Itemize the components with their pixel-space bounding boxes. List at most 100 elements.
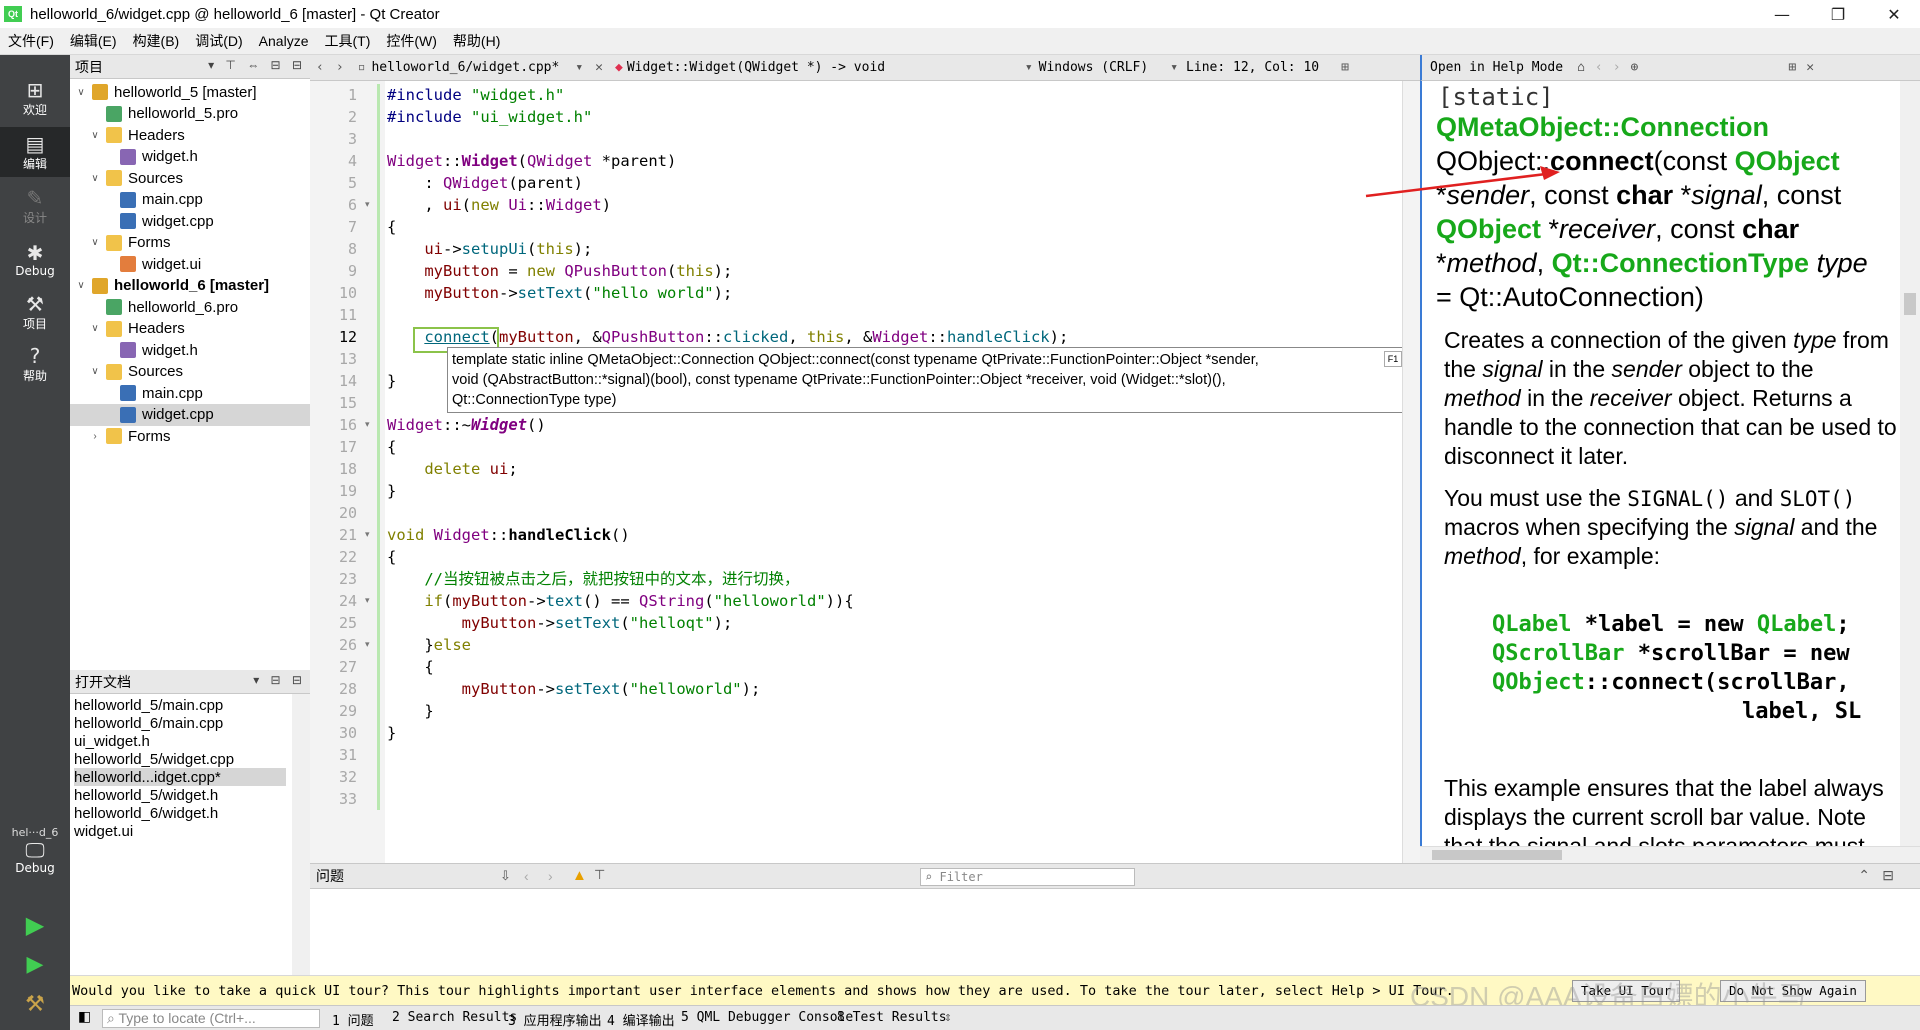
expand-arrow-icon[interactable]: ∨ [88,173,102,184]
expand-arrow-icon[interactable]: ∨ [74,87,88,98]
sig-link[interactable]: QObject [1436,214,1541,244]
open-document-item[interactable]: ui_widget.h [74,732,286,750]
open-document-item[interactable]: helloworld_5/widget.h [74,786,286,804]
close-pane-icon[interactable]: ⊟ [1882,867,1894,884]
mode-help[interactable]: ? 帮助 [0,339,70,389]
project-pane-title[interactable]: 项目 [75,57,103,77]
mode-welcome[interactable]: ⊞ 欢迎 [0,73,70,123]
tree-item[interactable]: ∨ Sources [70,361,310,383]
menu-debug[interactable]: 调试(D) [187,31,250,51]
symbol-selector[interactable]: Widget::Widget(QWidget *) -> void [627,60,1025,75]
tree-item[interactable]: ∨ helloworld_6 [master] [70,275,310,297]
toggle-sidebar-icon[interactable]: ◧ [78,1009,91,1025]
mode-projects[interactable]: ⚒ 项目 [0,287,70,337]
sig-link[interactable]: Qt::ConnectionType [1552,248,1809,278]
open-document-item[interactable]: helloworld_5/widget.cpp [74,750,286,768]
output-tab-qml-debugger[interactable]: 5 QML Debugger Console [681,1010,853,1025]
code-part[interactable]: QScrollBar [1492,641,1624,666]
tree-item[interactable]: widget.cpp [70,210,310,232]
mode-design[interactable]: ✎ 设计 [0,181,70,231]
split-icon[interactable]: ⊞ [1788,60,1796,75]
output-tab-compile-output[interactable]: 4 编译输出 [607,1010,675,1029]
tree-item[interactable]: widget.ui [70,253,310,275]
warning-icon[interactable]: ▲ [572,867,587,884]
mode-debug[interactable]: ✱ Debug [0,235,70,285]
tree-item[interactable]: main.cpp [70,382,310,404]
open-document-item[interactable]: helloworld_6/main.cpp [74,714,286,732]
code-editor[interactable]: #include "widget.h" #include "ui_widget.… [385,81,1402,863]
close-document-icon[interactable]: ✕ [595,60,603,75]
menu-widgets[interactable]: 控件(W) [378,31,445,51]
home-icon[interactable]: ⌂ [1577,60,1585,75]
menu-help[interactable]: 帮助(H) [445,31,508,51]
fold-marker-icon[interactable]: ▾ [365,414,370,436]
output-tab-issues[interactable]: 1 问题 [332,1010,374,1029]
minimize-button[interactable]: — [1754,0,1810,28]
back-icon[interactable]: ‹ [1595,60,1603,75]
fold-marker-icon[interactable]: ▾ [365,590,370,612]
fold-marker-icon[interactable]: ▾ [365,634,370,656]
run-button[interactable]: ▶ [0,905,70,945]
fold-marker-icon[interactable]: ▾ [365,524,370,546]
issue-filter-icon[interactable]: ⇩ [500,868,511,884]
issues-title[interactable]: 问题 [316,866,344,886]
menu-file[interactable]: 文件(F) [0,31,62,51]
output-tab-search-results[interactable]: 2 Search Results [392,1010,517,1025]
tooltip-help-button[interactable]: F1 [1384,351,1402,367]
tree-item[interactable]: ∨ Headers [70,318,310,340]
maximize-pane-icon[interactable]: ⌃ [1858,867,1870,884]
open-document-item[interactable]: helloworld_6/widget.h [74,804,286,822]
forward-icon[interactable]: › [1613,60,1621,75]
prev-issue-icon[interactable]: ‹ [524,868,529,884]
tree-item[interactable]: main.cpp [70,189,310,211]
open-document-item[interactable]: widget.ui [74,822,286,840]
tree-item[interactable]: › Forms [70,425,310,447]
menu-edit[interactable]: 编辑(E) [62,31,125,51]
help-scrollbar[interactable] [1900,81,1920,846]
nav-back-icon[interactable]: ‹ [316,60,324,75]
menu-analyze[interactable]: Analyze [251,33,317,49]
document-selector[interactable]: helloworld_6/widget.cpp* [371,60,559,75]
tree-item[interactable]: ∨ helloworld_5 [master] [70,81,310,103]
code-part[interactable]: QLabel [1492,612,1571,637]
tree-item[interactable]: widget.cpp [70,403,310,426]
funnel-icon[interactable]: ⊤ [594,867,605,883]
close-icon[interactable]: ✕ [1806,60,1814,75]
build-button[interactable]: ⚒ [0,985,70,1025]
sig-link[interactable]: QObject [1735,146,1840,176]
encoding-selector[interactable]: Windows (CRLF) [1039,60,1149,75]
nav-forward-icon[interactable]: › [336,60,344,75]
open-document-item[interactable]: helloworld_5/main.cpp [74,696,286,714]
tree-item[interactable]: widget.h [70,146,310,168]
tree-item[interactable]: helloworld_5.pro [70,103,310,125]
output-tab-application-output[interactable]: 3 应用程序输出 [508,1010,602,1029]
open-docs-title[interactable]: 打开文档 [75,672,131,692]
locator-input[interactable]: ⌕ Type to locate (Ctrl+... [102,1009,320,1028]
pane-toolbar-icons[interactable]: ▾ ⊤ ⇔ ⊟ ⊟ [208,58,306,72]
mode-edit[interactable]: ▤ 编辑 [0,127,70,177]
issues-filter-input[interactable]: ⌕ Filter [920,868,1135,886]
help-scrollbar-thumb[interactable] [1904,293,1916,315]
expand-arrow-icon[interactable]: ∨ [74,280,88,291]
menu-tools[interactable]: 工具(T) [316,31,378,51]
menu-build[interactable]: 构建(B) [125,31,188,51]
expand-arrow-icon[interactable]: ∨ [88,323,102,334]
more-tabs-icon[interactable]: ⇕ [944,1010,952,1025]
tree-item[interactable]: ∨ Forms [70,232,310,254]
tree-item[interactable]: helloworld_6.pro [70,296,310,318]
expand-arrow-icon[interactable]: ∨ [88,366,102,377]
expand-arrow-icon[interactable]: ∨ [88,130,102,141]
open-document-item[interactable]: helloworld...idget.cpp* [74,768,286,786]
help-return-type[interactable]: QMetaObject::Connection [1436,112,1769,143]
debug-run-button[interactable]: ▶ [0,945,70,985]
open-in-help-mode-button[interactable]: Open in Help Mode [1430,60,1563,75]
maximize-button[interactable]: ❐ [1810,0,1866,28]
code-part[interactable]: QObject [1492,670,1585,695]
split-icon[interactable]: ⊞ [1341,60,1349,75]
open-docs-scrollbar[interactable] [292,694,310,975]
pane-toolbar-icons[interactable]: ▾ ⊟ ⊟ [253,673,306,687]
fold-marker-icon[interactable]: ▾ [365,194,370,216]
tree-item[interactable]: ∨ Headers [70,124,310,146]
tree-item[interactable]: ∨ Sources [70,167,310,189]
bookmark-icon[interactable]: ⊕ [1631,60,1639,75]
